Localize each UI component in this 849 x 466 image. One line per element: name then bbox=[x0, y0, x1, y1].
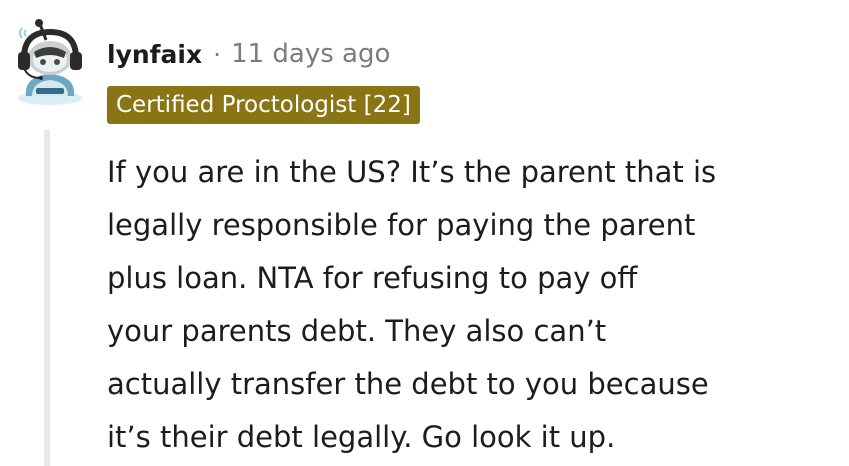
username-link[interactable]: lynfaix bbox=[107, 40, 202, 69]
comment-meta: lynfaix · 11 days ago bbox=[107, 34, 390, 74]
user-avatar[interactable] bbox=[10, 18, 88, 108]
thread-collapse-line[interactable] bbox=[44, 130, 50, 466]
user-flair: Certified Proctologist [22] bbox=[107, 86, 420, 124]
comment-body-line: your parents debt. They also can’t bbox=[107, 314, 607, 348]
comment-body-line: legally responsible for paying the paren… bbox=[107, 208, 696, 242]
comment-body-line: it’s their debt legally. Go look it up. bbox=[107, 420, 616, 454]
comment-body: If you are in the US? It’s the parent th… bbox=[107, 146, 827, 464]
snoo-avatar-icon bbox=[18, 19, 82, 105]
comment: lynfaix · 11 days ago Certified Proctolo… bbox=[0, 0, 849, 466]
comment-timestamp[interactable]: 11 days ago bbox=[231, 39, 390, 69]
meta-separator: · bbox=[213, 39, 222, 69]
comment-body-line: If you are in the US? It’s the parent th… bbox=[107, 155, 717, 189]
comment-body-line: plus loan. NTA for refusing to pay off bbox=[107, 261, 638, 295]
comment-body-line: actually transfer the debt to you becaus… bbox=[107, 367, 709, 401]
